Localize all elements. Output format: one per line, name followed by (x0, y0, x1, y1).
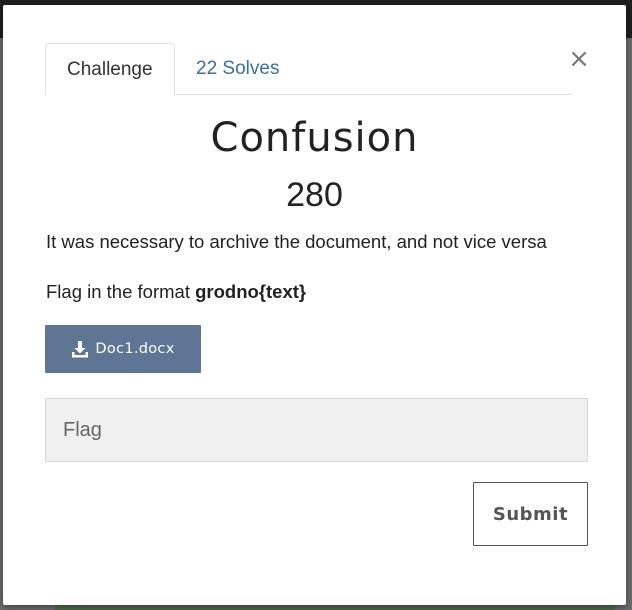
challenge-modal: × Challenge 22 Solves Confusion 280 It w… (3, 5, 626, 605)
flag-input[interactable] (45, 398, 588, 462)
submit-button[interactable]: Submit (473, 482, 588, 546)
tab-solves[interactable]: 22 Solves (175, 43, 300, 95)
download-file-label: Doc1.docx (95, 341, 175, 357)
challenge-title: Confusion (210, 115, 419, 161)
tab-challenge[interactable]: Challenge (45, 43, 175, 96)
flag-format-text: Flag in the format grodno{text} (46, 279, 606, 305)
download-file-button[interactable]: Doc1.docx (45, 325, 201, 373)
modal-tabs: Challenge 22 Solves (45, 43, 573, 96)
challenge-points: 280 (286, 176, 343, 214)
challenge-description: It was necessary to archive the document… (46, 231, 547, 252)
download-icon (72, 341, 89, 358)
flag-format-prefix: Flag in the format (46, 281, 196, 302)
flag-format-value: grodno{text} (195, 281, 307, 302)
